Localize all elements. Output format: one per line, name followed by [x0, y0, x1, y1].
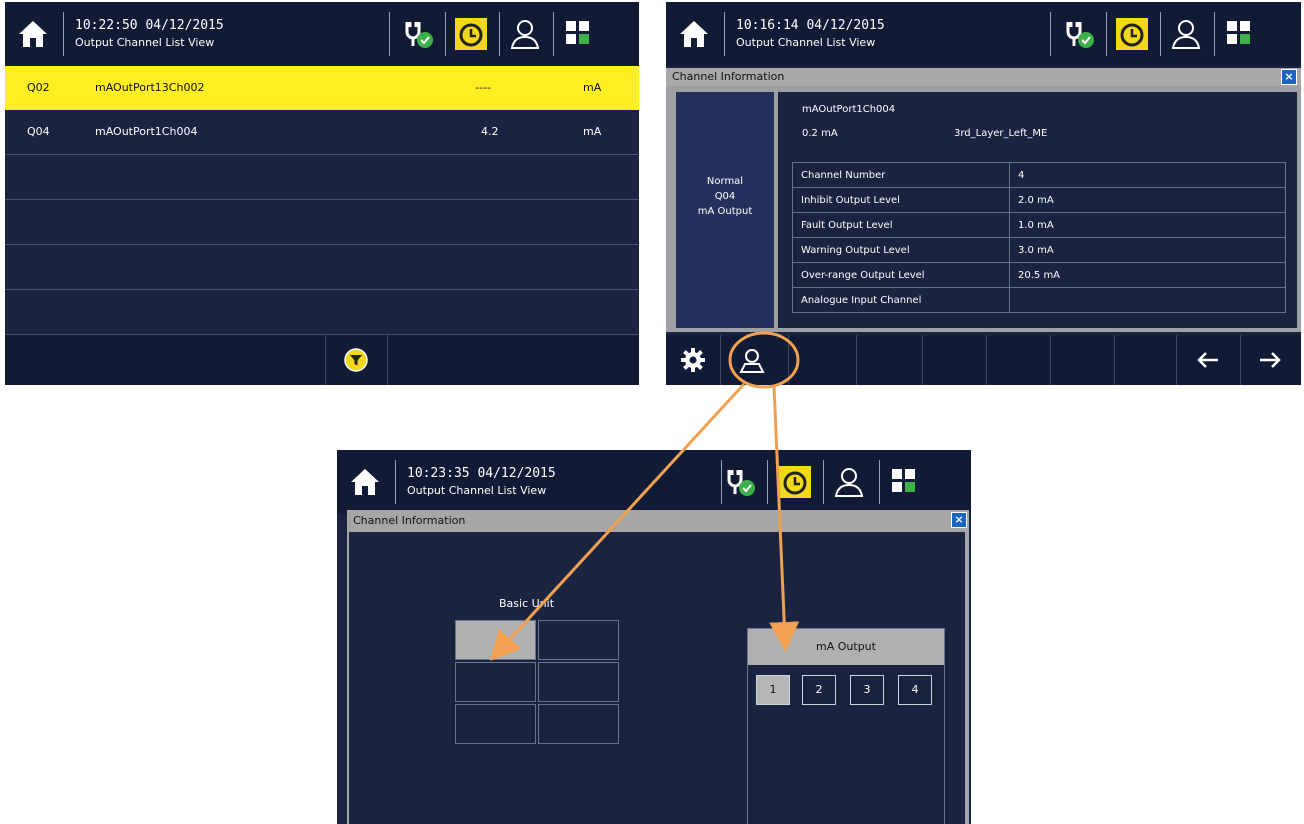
- arrow-left-icon[interactable]: [1196, 349, 1220, 371]
- page-title: Output Channel List View: [75, 36, 215, 49]
- grid-icon[interactable]: [1222, 16, 1258, 52]
- header-bar: 10:22:50 04/12/2015 Output Channel List …: [5, 2, 639, 66]
- user-icon[interactable]: [831, 464, 867, 500]
- page-title: Output Channel List View: [736, 36, 876, 49]
- power-plug-ok-icon[interactable]: [721, 464, 757, 500]
- location-view-screen: 10:23:35 04/12/2015 Output Channel List …: [337, 450, 971, 824]
- home-icon[interactable]: [15, 16, 51, 52]
- table-row[interactable]: [5, 200, 639, 245]
- table-row[interactable]: [5, 245, 639, 290]
- home-icon[interactable]: [347, 464, 383, 500]
- header-bar: 10:23:35 04/12/2015 Output Channel List …: [337, 450, 971, 514]
- clock-text: 10:23:35 04/12/2015: [407, 466, 556, 481]
- channel-button[interactable]: 3: [850, 675, 884, 705]
- home-icon[interactable]: [676, 16, 712, 52]
- dialog-body: Normal Q04 mA Output mAOutPort1Ch004 0.2…: [666, 86, 1301, 332]
- footer-toolbar: [666, 335, 1301, 385]
- table-row[interactable]: Q04 mAOutPort1Ch004 4.2 mA: [5, 110, 639, 155]
- dialog-body: Basic Unit mA Output 1 2 3 4: [349, 532, 965, 824]
- channel-name: mAOutPort1Ch004: [802, 104, 896, 115]
- list-view-screen: 10:22:50 04/12/2015 Output Channel List …: [5, 2, 639, 385]
- dialog-title-bar: Channel Information ×: [666, 68, 1301, 86]
- channel-location: 3rd_Layer_Left_ME: [954, 128, 1048, 139]
- channel-detail-panel: mAOutPort1Ch004 0.2 mA 3rd_Layer_Left_ME…: [778, 92, 1297, 328]
- channel-button[interactable]: 4: [898, 675, 932, 705]
- unit-slot[interactable]: [455, 662, 536, 702]
- power-plug-ok-icon[interactable]: [399, 16, 435, 52]
- channel-button-selected[interactable]: 1: [756, 675, 790, 705]
- table-row[interactable]: [5, 155, 639, 200]
- grid-icon[interactable]: [561, 16, 597, 52]
- table-row[interactable]: [5, 290, 639, 335]
- gear-icon[interactable]: [680, 347, 706, 373]
- user-icon[interactable]: [507, 16, 543, 52]
- filter-icon[interactable]: [343, 347, 369, 373]
- unit-slot[interactable]: [538, 620, 619, 660]
- unit-slot[interactable]: [538, 704, 619, 744]
- channel-detail-screen: 10:16:14 04/12/2015 Output Channel List …: [666, 2, 1301, 385]
- channel-summary-panel: Normal Q04 mA Output: [676, 92, 774, 328]
- location-icon[interactable]: [738, 347, 766, 375]
- table-row[interactable]: Q02 mAOutPort13Ch002 ---- mA: [5, 66, 639, 110]
- dialog-frame: Channel Information × Basic Unit mA Outp…: [347, 510, 969, 824]
- close-icon[interactable]: ×: [951, 512, 967, 528]
- module-panel: mA Output 1 2 3 4: [747, 628, 945, 824]
- channel-info-table: Channel Number 4 Inhibit Output Level 2.0 …: [792, 162, 1286, 313]
- basic-unit-label: Basic Unit: [499, 597, 555, 610]
- channel-reading: 0.2 mA: [802, 128, 838, 139]
- clock-text: 10:16:14 04/12/2015: [736, 18, 885, 33]
- dialog-title-bar: Channel Information ×: [347, 510, 969, 530]
- user-icon[interactable]: [1168, 16, 1204, 52]
- channel-button[interactable]: 2: [802, 675, 836, 705]
- unit-slot[interactable]: [455, 704, 536, 744]
- clock-text: 10:22:50 04/12/2015: [75, 18, 224, 33]
- unit-slot-selected[interactable]: [455, 620, 536, 660]
- grid-icon[interactable]: [887, 464, 923, 500]
- alarm-clock-icon[interactable]: [453, 16, 489, 52]
- unit-slot[interactable]: [538, 662, 619, 702]
- alarm-clock-icon[interactable]: [1114, 16, 1150, 52]
- alarm-clock-icon[interactable]: [777, 464, 813, 500]
- power-plug-ok-icon[interactable]: [1060, 16, 1096, 52]
- close-icon[interactable]: ×: [1281, 69, 1297, 85]
- header-bar: 10:16:14 04/12/2015 Output Channel List …: [666, 2, 1301, 66]
- page-title: Output Channel List View: [407, 484, 547, 497]
- arrow-right-icon[interactable]: [1258, 349, 1282, 371]
- module-title: mA Output: [748, 629, 944, 665]
- footer-toolbar: [5, 335, 639, 385]
